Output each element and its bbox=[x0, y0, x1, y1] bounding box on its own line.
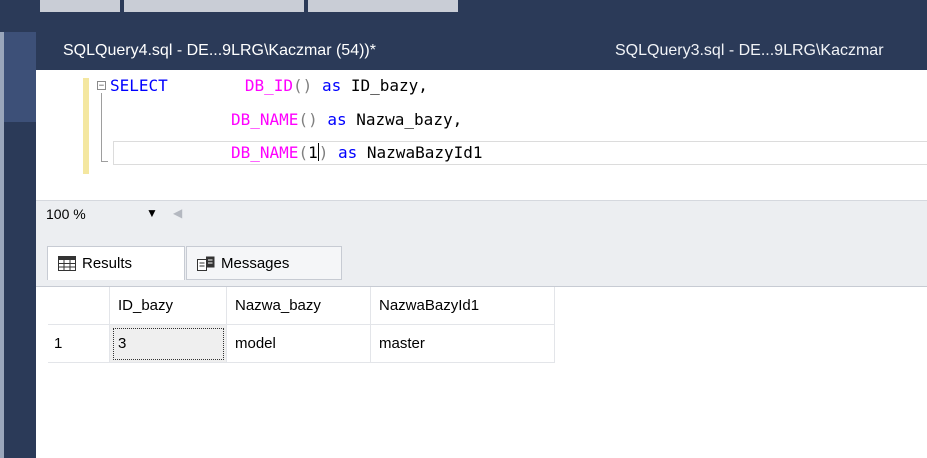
punctuation: () bbox=[293, 76, 313, 95]
column-alias: ID_bazy, bbox=[350, 76, 428, 95]
tab-messages[interactable]: Messages bbox=[186, 246, 342, 280]
keyword: SELECT bbox=[110, 76, 168, 95]
fold-guide bbox=[101, 93, 102, 161]
grid-icon bbox=[58, 256, 76, 271]
column-alias: NazwaBazyId1 bbox=[366, 143, 483, 162]
tab-results-label: Results bbox=[82, 255, 133, 272]
document-tabs: SQLQuery4.sql - DE...9LRG\Kaczmar (54))*… bbox=[36, 32, 927, 70]
scroll-left-icon[interactable]: ◀ bbox=[173, 206, 182, 220]
column-header-nazwa-bazy[interactable]: Nazwa_bazy bbox=[227, 287, 371, 325]
keyword: as bbox=[327, 110, 347, 129]
query-editor[interactable]: − SELECT DB_ID() as ID_bazy, DB_NAME() a… bbox=[36, 70, 927, 200]
grid-cell[interactable]: model bbox=[227, 325, 371, 363]
column-header-id-bazy[interactable]: ID_bazy bbox=[110, 287, 227, 325]
window-top-strip bbox=[0, 0, 927, 32]
grid-cell[interactable]: master bbox=[371, 325, 555, 363]
function-name: DB_NAME bbox=[231, 110, 299, 129]
object-explorer-selection bbox=[0, 32, 36, 122]
background-tab-placeholder bbox=[40, 0, 120, 12]
column-alias: Nazwa_bazy, bbox=[356, 110, 463, 129]
grid-cell[interactable]: 3 bbox=[110, 325, 227, 363]
tab-sqlquery3[interactable]: SQLQuery3.sql - DE...9LRG\Kaczmar bbox=[588, 32, 884, 70]
chevron-down-icon[interactable]: ▼ bbox=[146, 206, 158, 220]
function-argument: 1 bbox=[308, 143, 318, 162]
function-name: DB_NAME bbox=[231, 143, 299, 162]
code-line-1[interactable]: SELECT DB_ID() as ID_bazy, bbox=[110, 74, 428, 98]
tab-messages-label: Messages bbox=[221, 255, 290, 272]
change-indicator bbox=[83, 78, 89, 174]
row-header-corner[interactable] bbox=[48, 287, 110, 325]
code-line-2[interactable]: DB_NAME() as Nazwa_bazy, bbox=[231, 108, 462, 132]
keyword: as bbox=[321, 76, 342, 95]
code-line-3[interactable]: DB_NAME(1) as NazwaBazyId1 bbox=[231, 141, 483, 165]
tab-results[interactable]: Results bbox=[47, 246, 185, 280]
punctuation: () bbox=[298, 110, 318, 129]
punctuation: ) bbox=[318, 143, 329, 162]
messages-icon bbox=[197, 256, 215, 271]
background-tab-placeholder bbox=[124, 0, 304, 12]
background-tab-placeholder bbox=[308, 0, 458, 12]
fold-guide-end bbox=[101, 161, 108, 162]
punctuation: ( bbox=[298, 143, 309, 162]
left-splitter[interactable] bbox=[0, 32, 4, 458]
tab-sqlquery4[interactable]: SQLQuery4.sql - DE...9LRG\Kaczmar (54))* bbox=[36, 32, 376, 70]
row-number[interactable]: 1 bbox=[48, 325, 110, 363]
function-name: DB_ID bbox=[244, 76, 294, 95]
collapse-icon[interactable]: − bbox=[97, 81, 106, 91]
column-header-nazwabazyid1[interactable]: NazwaBazyId1 bbox=[371, 287, 555, 325]
object-explorer-edge bbox=[0, 32, 36, 458]
keyword: as bbox=[338, 143, 358, 162]
zoom-value: 100 % bbox=[46, 206, 86, 222]
zoom-dropdown[interactable]: 100 % ▼ bbox=[36, 202, 171, 228]
